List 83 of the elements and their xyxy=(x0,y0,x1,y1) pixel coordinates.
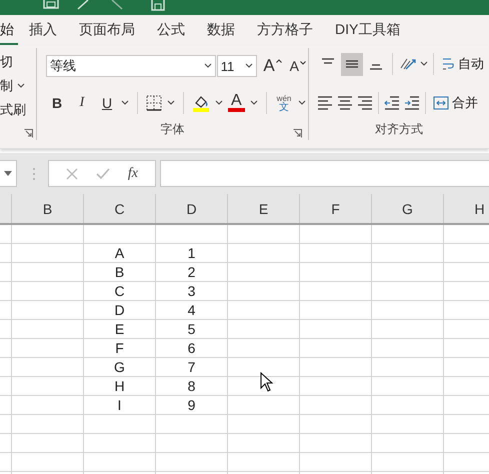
decrease-indent-icon[interactable] xyxy=(384,96,400,110)
column-header[interactable]: C xyxy=(84,194,155,223)
column-header[interactable]: E xyxy=(228,194,299,223)
table-cell-text: 9 xyxy=(186,396,196,414)
caret-icon[interactable] xyxy=(17,82,25,88)
check-icon[interactable] xyxy=(96,168,110,180)
shrink-font-button[interactable]: A xyxy=(288,58,308,74)
increase-indent-icon[interactable] xyxy=(404,96,420,110)
table-cell-text: A xyxy=(114,244,126,262)
borders-icon[interactable] xyxy=(146,95,162,111)
name-box[interactable] xyxy=(0,160,17,187)
table-cell-text: F xyxy=(114,339,125,357)
grow-font-button[interactable]: A xyxy=(261,56,284,76)
caret-icon[interactable] xyxy=(121,100,129,106)
mouse-pointer-icon xyxy=(260,372,274,392)
table-cell-text: D xyxy=(113,301,126,319)
group-label: 字体 xyxy=(160,121,186,138)
table-cell-text: 1 xyxy=(186,244,196,262)
caret-icon[interactable] xyxy=(167,100,175,106)
merge-icon xyxy=(433,96,449,110)
font-style-button[interactable]: B xyxy=(48,95,66,111)
group-label: 对齐方式 xyxy=(374,121,424,138)
caret-icon xyxy=(4,171,12,176)
save-icon[interactable] xyxy=(42,0,62,12)
font-name-field[interactable]: 等线 xyxy=(46,55,216,77)
ribbon-tab[interactable]: 插入 xyxy=(18,15,68,45)
table-cell-text: H xyxy=(113,377,126,395)
column-header[interactable]: F xyxy=(300,194,371,223)
caret-icon[interactable] xyxy=(298,100,306,106)
horizontal-align-icon[interactable] xyxy=(317,96,333,110)
caret-icon[interactable] xyxy=(245,63,254,69)
column-header[interactable]: B xyxy=(12,194,83,223)
caret-icon[interactable] xyxy=(250,100,258,106)
caret-icon xyxy=(300,61,306,65)
printer-icon[interactable] xyxy=(150,0,168,12)
caret-icon[interactable] xyxy=(204,63,212,69)
font-size-field[interactable]: 11 xyxy=(216,55,258,77)
orientation-icon[interactable] xyxy=(398,56,418,72)
vertical-align-button[interactable] xyxy=(341,52,363,76)
ribbon-tab[interactable]: DIY工具箱 xyxy=(324,15,412,45)
table-cell-text: 2 xyxy=(186,263,196,281)
ribbon-tab[interactable]: 页面布局 xyxy=(68,15,146,45)
clipboard-command[interactable]: 切 xyxy=(0,52,13,70)
merge-button[interactable]: 合并 xyxy=(431,94,478,112)
wrap-text-icon xyxy=(441,56,455,72)
clipboard-command[interactable]: 制 xyxy=(0,76,13,94)
column-header[interactable]: D xyxy=(156,194,227,223)
table-cell-text: G xyxy=(113,358,126,376)
table-cell-text: E xyxy=(114,320,126,338)
align-icon xyxy=(369,64,383,70)
ribbon-tab[interactable]: 方方格子 xyxy=(246,15,324,45)
insert-function-button[interactable]: fx xyxy=(128,166,138,182)
caret-icon[interactable] xyxy=(215,100,223,106)
align-icon xyxy=(321,58,335,64)
table-cell-text: 7 xyxy=(186,358,196,376)
align-icon xyxy=(345,60,359,68)
phonetic-button[interactable]: wén 文 xyxy=(274,94,294,112)
horizontal-align-icon[interactable] xyxy=(337,96,353,110)
table-cell-text: C xyxy=(113,282,126,300)
dialog-launcher-icon[interactable] xyxy=(293,129,302,138)
caret-up-icon xyxy=(276,59,282,63)
wrap-text-button[interactable]: 自动 xyxy=(439,55,484,73)
table-cell-text: 6 xyxy=(186,339,196,357)
table-cell-text: 8 xyxy=(186,377,196,395)
table-cell-text: 5 xyxy=(186,320,196,338)
table-cell-text: 3 xyxy=(186,282,196,300)
column-header[interactable]: H xyxy=(444,194,489,223)
horizontal-align-icon[interactable] xyxy=(357,96,373,110)
font-color-button[interactable]: A xyxy=(228,94,245,112)
caret-icon[interactable] xyxy=(420,61,428,67)
ribbon-tab[interactable]: 公式 xyxy=(146,15,196,45)
drag-handle-icon[interactable] xyxy=(32,166,36,180)
font-style-button[interactable]: I xyxy=(73,95,91,111)
table-cell-text: B xyxy=(114,263,126,281)
dialog-launcher-icon[interactable] xyxy=(24,129,33,138)
table-cell-text: 4 xyxy=(186,301,196,319)
fill-color-icon[interactable] xyxy=(192,94,210,112)
clipboard-command[interactable]: 式刷 xyxy=(0,100,26,118)
column-header[interactable]: G xyxy=(372,194,443,223)
ribbon-tab[interactable]: 数据 xyxy=(196,15,246,45)
formula-input[interactable] xyxy=(160,160,489,187)
table-cell-text: I xyxy=(116,396,122,414)
font-style-button[interactable]: U xyxy=(98,95,116,111)
